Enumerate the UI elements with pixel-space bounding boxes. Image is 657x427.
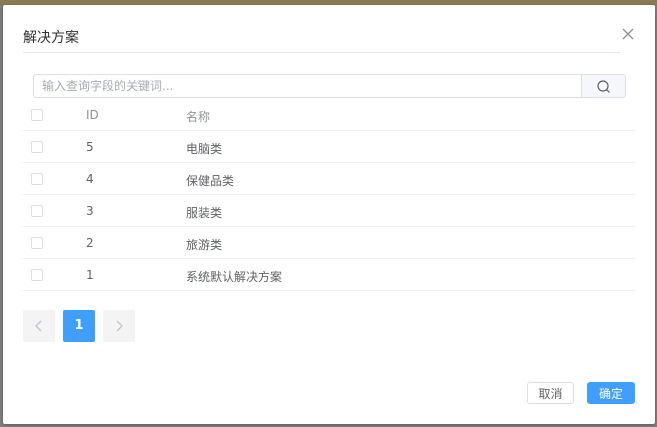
next-page-button[interactable] [103,310,135,342]
row-id: 3 [86,204,94,218]
row-id: 4 [86,172,94,186]
table-row[interactable]: 2 旅游类 [23,227,635,259]
table-row[interactable]: 4 保健品类 [23,163,635,195]
table-row[interactable]: 3 服装类 [23,195,635,227]
table-header-row: ID 名称 [23,99,635,131]
column-header-name: 名称 [186,110,211,124]
dialog-title: 解决方案 [23,30,79,46]
row-id: 5 [86,140,94,154]
title-divider [23,52,620,53]
search-icon [597,80,610,93]
solution-dialog: 解决方案 ID 名称 5 电脑类 4 保健品类 [3,5,655,424]
row-id: 2 [86,236,94,250]
cancel-button[interactable]: 取消 [527,382,574,404]
chevron-right-icon [116,320,123,332]
chevron-left-icon [35,320,42,332]
select-all-checkbox[interactable] [31,109,43,121]
search-button[interactable] [581,74,626,98]
row-checkbox[interactable] [31,205,43,217]
row-checkbox[interactable] [31,237,43,249]
column-header-id: ID [86,108,99,122]
row-name: 保健品类 [186,174,235,188]
row-name: 旅游类 [186,238,223,252]
solution-table: ID 名称 5 电脑类 4 保健品类 3 服装类 2 旅游类 1 系统默认解决方… [23,99,635,291]
table-row[interactable]: 5 电脑类 [23,131,635,163]
table-row[interactable]: 1 系统默认解决方案 [23,259,635,291]
row-name: 服装类 [186,206,223,220]
row-checkbox[interactable] [31,141,43,153]
page-number-button[interactable]: 1 [63,310,95,342]
row-checkbox[interactable] [31,173,43,185]
row-checkbox[interactable] [31,269,43,281]
confirm-button[interactable]: 确定 [587,382,635,404]
row-name: 系统默认解决方案 [186,270,283,284]
row-name: 电脑类 [186,142,223,156]
search-input[interactable] [33,74,588,98]
close-icon[interactable] [619,25,637,43]
search-bar [33,74,626,98]
prev-page-button[interactable] [23,310,55,342]
row-id: 1 [86,268,94,282]
